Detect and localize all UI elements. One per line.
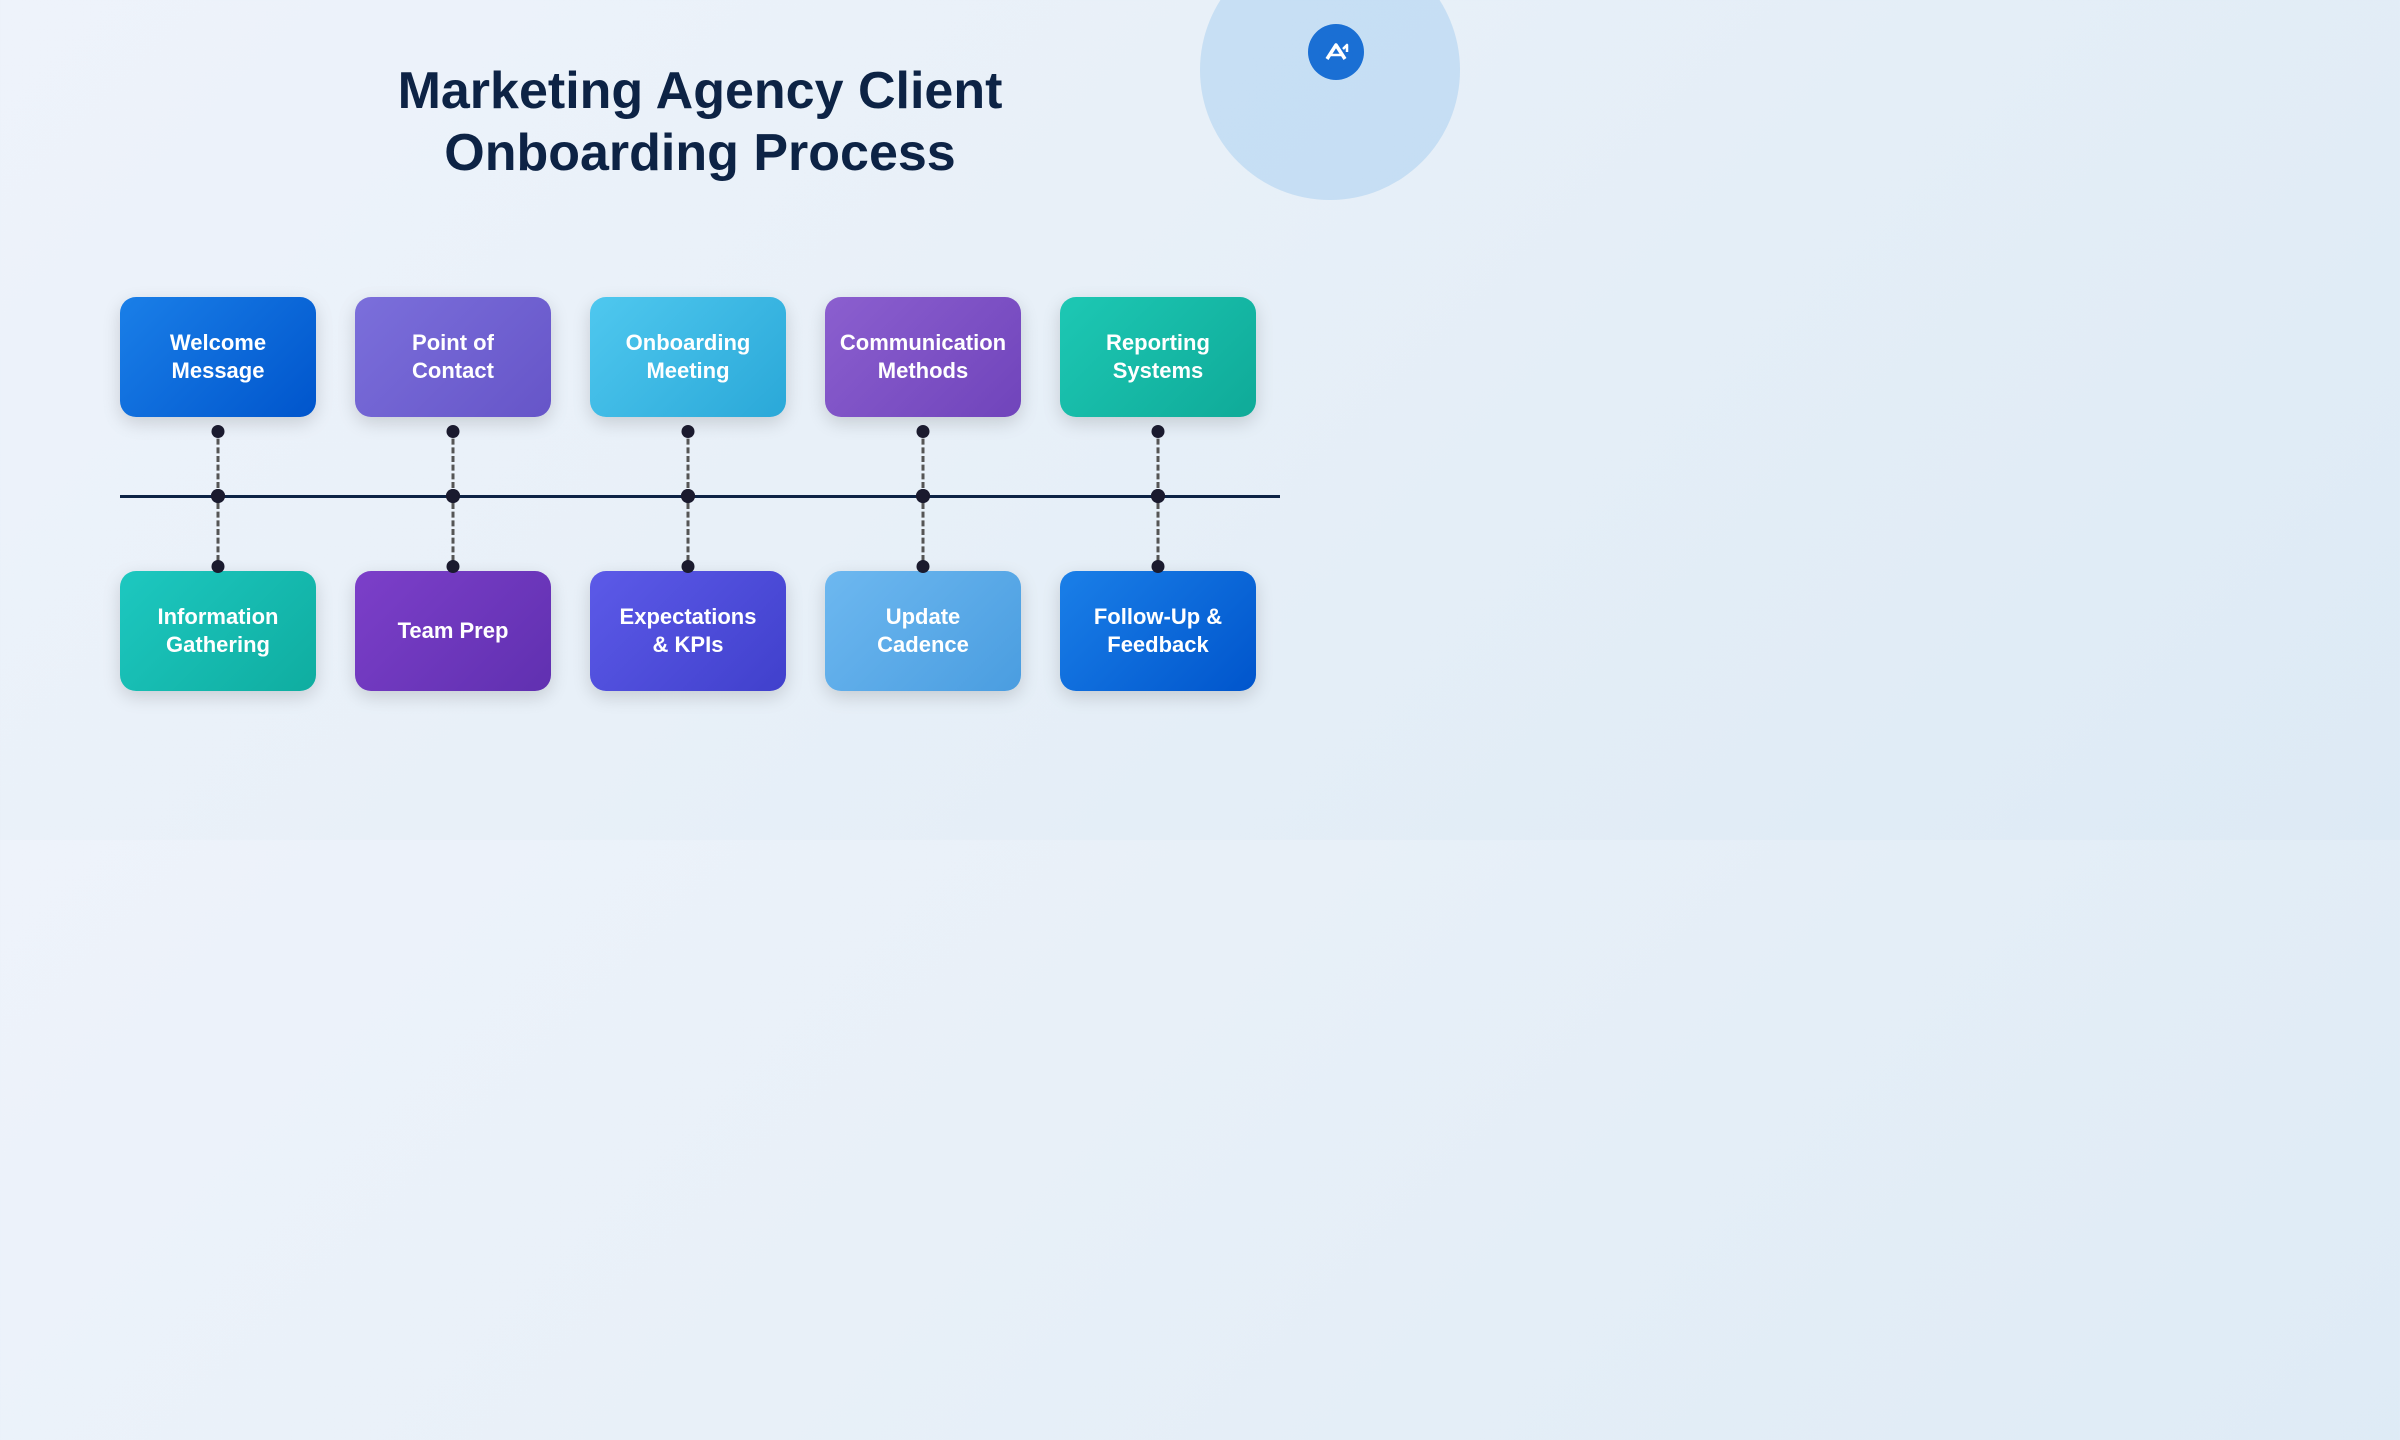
dot-above-box-update-cadence (917, 560, 930, 573)
box-bot-expectations-kpis: Expectations& KPIs (590, 571, 786, 691)
dot-bot-line-team-prep (446, 489, 460, 503)
box-reporting-systems: ReportingSystems (1060, 297, 1256, 417)
dot-top-welcome-message (212, 425, 225, 438)
dashed-onboarding-meeting (687, 430, 690, 488)
dot-top-onboarding-meeting (682, 425, 695, 438)
logo-icon (1308, 24, 1364, 80)
dot-bot-line-information-gathering (211, 489, 225, 503)
dot-top-reporting-systems (1152, 425, 1165, 438)
box-onboarding-meeting: OnboardingMeeting (590, 297, 786, 417)
dashed-bot-information-gathering (217, 503, 220, 561)
dot-above-box-expectations-kpis (682, 560, 695, 573)
dashed-bot-team-prep (452, 503, 455, 561)
dashed-bot-expectations-kpis (687, 503, 690, 561)
dot-top-point-of-contact (447, 425, 460, 438)
dashed-reporting-systems (1157, 430, 1160, 488)
box-bot-information-gathering: InformationGathering (120, 571, 316, 691)
dot-bot-line-expectations-kpis (681, 489, 695, 503)
box-bot-team-prep: Team Prep (355, 571, 551, 691)
title-area: Marketing Agency Client Onboarding Proce… (0, 0, 1400, 215)
box-welcome-message: WelcomeMessage (120, 297, 316, 417)
dashed-communication-methods (922, 430, 925, 488)
dot-above-box-follow-up-feedback (1152, 560, 1165, 573)
dashed-bot-follow-up-feedback (1157, 503, 1160, 561)
dot-bot-line-follow-up-feedback (1151, 489, 1165, 503)
box-bot-follow-up-feedback: Follow-Up &Feedback (1060, 571, 1256, 691)
page-title: Marketing Agency Client Onboarding Proce… (0, 60, 1400, 185)
dot-top-communication-methods (917, 425, 930, 438)
timeline-line (120, 495, 1280, 498)
dashed-welcome-message (217, 430, 220, 488)
dashed-bot-update-cadence (922, 503, 925, 561)
dashed-point-of-contact (452, 430, 455, 488)
dot-above-box-information-gathering (212, 560, 225, 573)
dot-bot-line-update-cadence (916, 489, 930, 503)
timeline-container: WelcomeMessage Point ofContact OnboardingM… (60, 215, 1340, 735)
dot-above-box-team-prep (447, 560, 460, 573)
box-communication-methods: CommunicationMethods (825, 297, 1021, 417)
box-point-of-contact: Point ofContact (355, 297, 551, 417)
box-bot-update-cadence: UpdateCadence (825, 571, 1021, 691)
